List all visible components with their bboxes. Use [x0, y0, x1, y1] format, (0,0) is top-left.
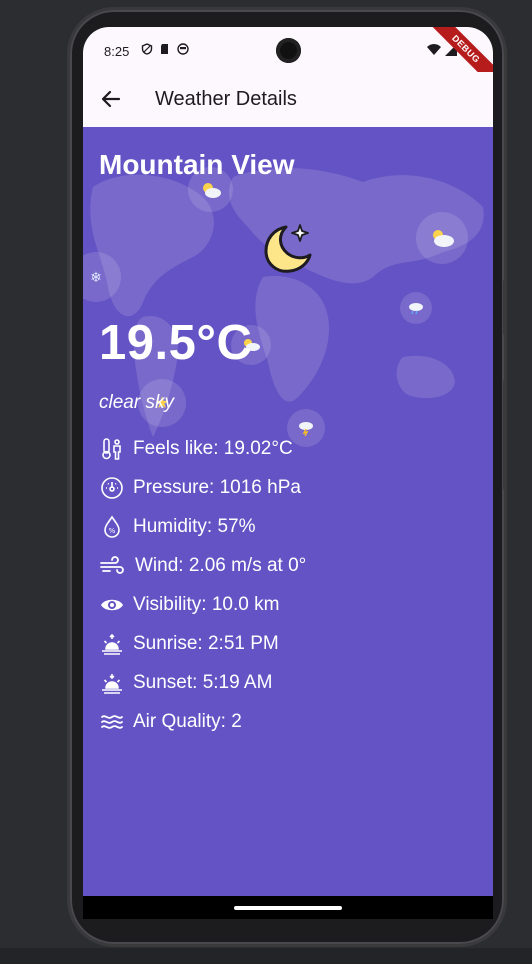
home-indicator[interactable] — [234, 906, 342, 910]
detail-label: Visibility: 10.0 km — [133, 593, 280, 615]
status-time: 8:25 — [104, 44, 130, 59]
detail-label: Pressure: 1016 hPa — [133, 476, 301, 498]
air-waves-icon — [99, 709, 125, 735]
app-bar: Weather Details — [83, 72, 493, 127]
detail-humidity: % Humidity: 57% — [99, 507, 306, 546]
eye-icon — [99, 592, 125, 618]
wifi-icon — [427, 43, 441, 59]
back-button[interactable] — [97, 85, 125, 113]
detail-air-quality: Air Quality: 2 — [99, 702, 306, 741]
detail-label: Sunset: 5:19 AM — [133, 671, 273, 693]
detail-label: Humidity: 57% — [133, 515, 256, 537]
detail-feels-like: Feels like: 19.02°C — [99, 429, 306, 468]
detail-label: Feels like: 19.02°C — [133, 437, 293, 459]
temperature: 19.5°C — [99, 316, 253, 370]
partly-cloudy-icon — [202, 182, 221, 198]
detail-pressure: Pressure: 1016 hPa — [99, 468, 306, 507]
device-screen: 8:25 DEBUG Weather Details ❄ ★ Mountain … — [83, 27, 493, 919]
detail-label: Air Quality: 2 — [133, 710, 242, 732]
weather-description: clear sky — [99, 392, 174, 413]
map-rain-bubble — [400, 292, 432, 324]
moon-star-icon — [264, 224, 312, 273]
partly-cloudy-icon — [433, 230, 454, 247]
detail-label: Wind: 2.06 m/s at 0° — [135, 554, 307, 576]
thermometer-person-icon — [99, 436, 125, 462]
detail-sunset: Sunset: 5:19 AM — [99, 663, 306, 702]
wind-icon — [99, 553, 125, 579]
sd-card-icon — [159, 43, 171, 55]
navigation-bar — [83, 896, 493, 919]
gauge-icon — [99, 475, 125, 501]
face-icon — [177, 43, 189, 55]
snowflake-icon: ❄ — [90, 268, 102, 285]
detail-sunrise: Sunrise: 2:51 PM — [99, 624, 306, 663]
sunrise-icon — [99, 631, 125, 657]
svg-text:%: % — [109, 527, 116, 535]
details-list: Feels like: 19.02°C Pressure: 1016 hPa %… — [99, 429, 306, 741]
humidity-drop-icon: % — [99, 514, 125, 540]
volume-button — [503, 380, 507, 490]
shield-icon — [141, 43, 153, 55]
city-name: Mountain View — [99, 149, 295, 180]
detail-label: Sunrise: 2:51 PM — [133, 632, 279, 654]
power-button — [503, 280, 507, 335]
status-bar: 8:25 DEBUG — [83, 27, 493, 94]
host-window-strip — [0, 948, 532, 964]
arrow-left-icon — [101, 90, 121, 108]
detail-visibility: Visibility: 10.0 km — [99, 585, 306, 624]
front-camera — [276, 38, 301, 63]
sunset-icon — [99, 670, 125, 696]
rain-cloud-icon — [409, 303, 423, 315]
map-cloud-bubble-right — [416, 212, 468, 264]
page-title: Weather Details — [155, 88, 297, 110]
detail-wind: Wind: 2.06 m/s at 0° — [99, 546, 306, 585]
weather-card: ❄ ★ Mountain View 19.5°C clear sky Feels… — [83, 127, 493, 896]
